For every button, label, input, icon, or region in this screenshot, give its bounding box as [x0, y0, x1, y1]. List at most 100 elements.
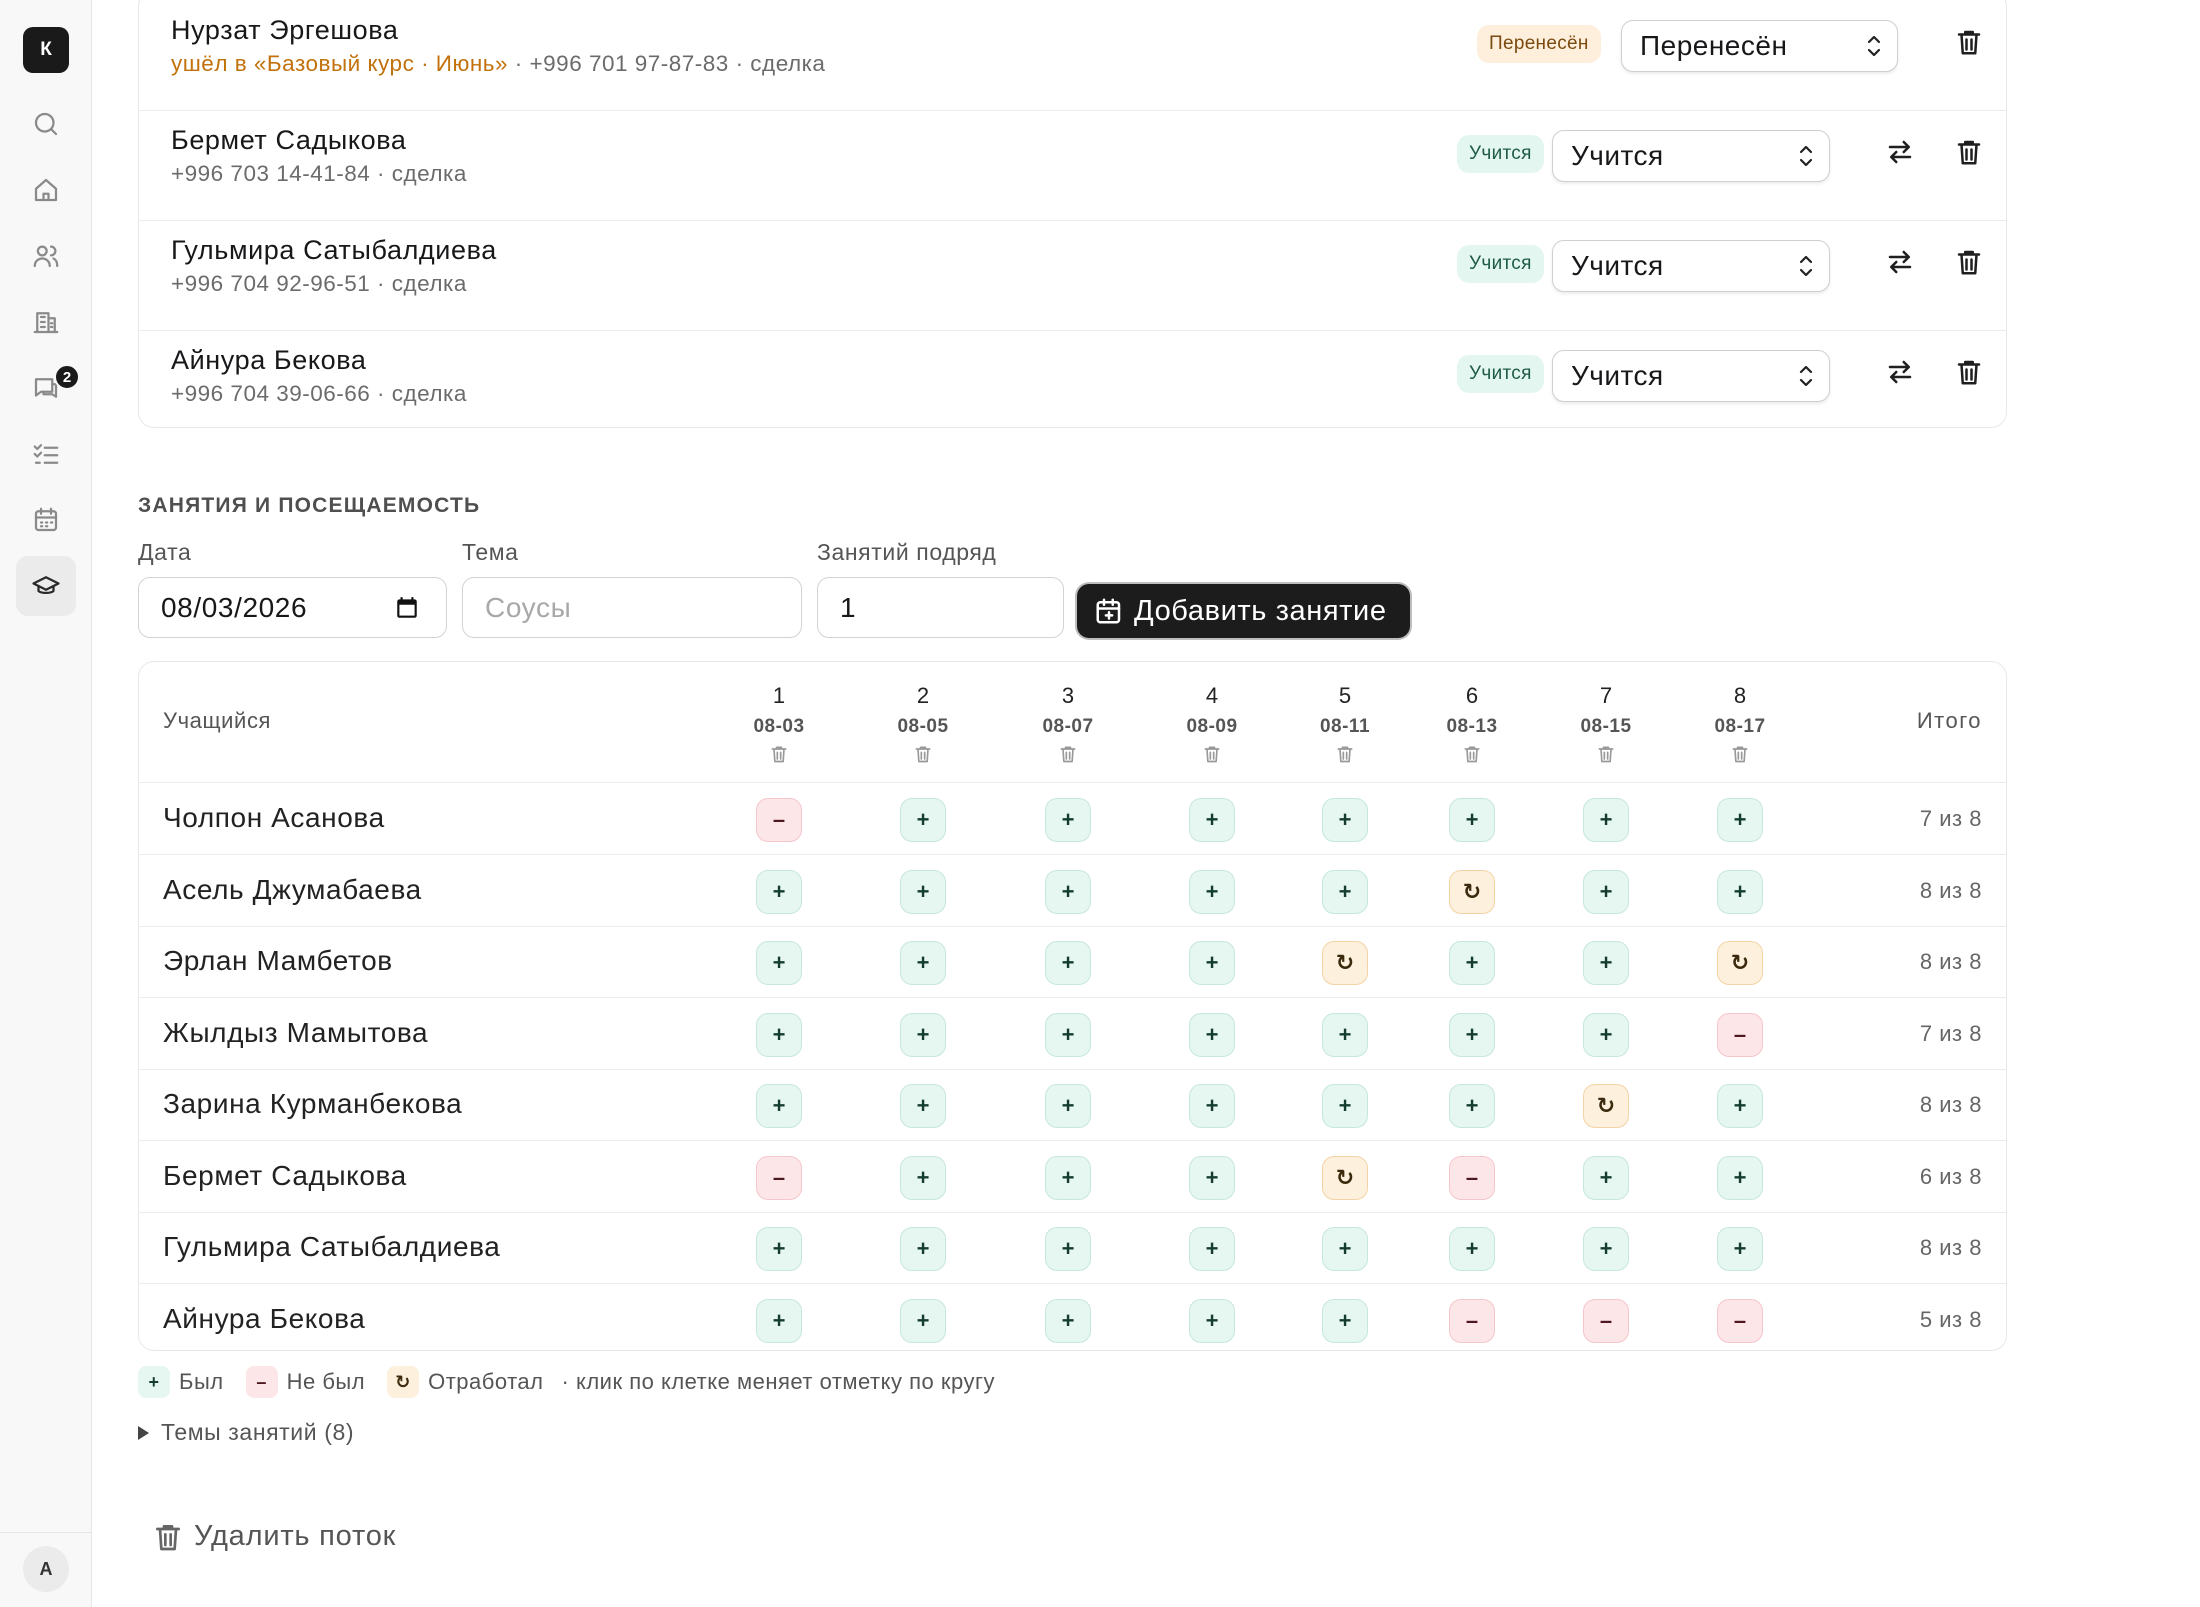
nav-users[interactable]	[16, 226, 76, 286]
nav-tasks[interactable]	[16, 424, 76, 484]
transfer-button[interactable]	[1881, 353, 1919, 391]
attendance-cell[interactable]: +	[1322, 1012, 1368, 1057]
attendance-cell[interactable]: –	[756, 798, 802, 842]
topic-input[interactable]: Соусы	[462, 577, 802, 638]
attendance-cell[interactable]: +	[1045, 1227, 1091, 1271]
attendance-cell[interactable]: –	[756, 1155, 802, 1200]
attendance-cell[interactable]: +	[1449, 1227, 1495, 1271]
attendance-cell[interactable]: –	[1717, 1298, 1763, 1343]
attendance-cell[interactable]: +	[1189, 869, 1235, 914]
attendance-cell[interactable]: +	[1322, 869, 1368, 914]
nav-home[interactable]	[16, 160, 76, 220]
delete-student-button[interactable]	[1950, 23, 1988, 61]
nav-search[interactable]	[16, 94, 76, 154]
delete-lesson-button[interactable]	[1556, 740, 1656, 768]
delete-lesson-button[interactable]	[729, 740, 829, 768]
user-avatar[interactable]: А	[23, 1546, 69, 1592]
attendance-cell[interactable]: +	[1045, 1012, 1091, 1057]
attendance-cell[interactable]: +	[1189, 1155, 1235, 1200]
attendance-cell[interactable]: +	[1717, 1155, 1763, 1200]
attendance-cell[interactable]: +	[900, 1227, 946, 1271]
attendance-cell[interactable]: +	[1322, 798, 1368, 842]
attendance-cell[interactable]: +	[1189, 798, 1235, 842]
attendance-cell[interactable]: +	[1189, 1298, 1235, 1343]
delete-student-button[interactable]	[1950, 243, 1988, 281]
attendance-cell[interactable]: +	[900, 869, 946, 914]
attendance-cell[interactable]: +	[900, 1084, 946, 1128]
transfer-button[interactable]	[1881, 243, 1919, 281]
attendance-cell[interactable]: ↻	[1449, 869, 1495, 914]
status-select[interactable]: Перенесён	[1621, 20, 1898, 72]
student-name[interactable]: Бермет Садыкова	[171, 125, 406, 156]
attendance-cell[interactable]: +	[1322, 1084, 1368, 1128]
attendance-cell[interactable]: +	[1717, 798, 1763, 842]
attendance-cell[interactable]: +	[1583, 869, 1629, 914]
attendance-cell[interactable]: +	[756, 941, 802, 985]
nav-buildings[interactable]	[16, 292, 76, 352]
attendance-cell[interactable]: +	[1583, 941, 1629, 985]
attendance-cell[interactable]: ↻	[1583, 1084, 1629, 1128]
attendance-cell[interactable]: +	[1322, 1227, 1368, 1271]
delete-lesson-button[interactable]	[873, 740, 973, 768]
attendance-cell[interactable]: +	[900, 1155, 946, 1200]
brand-logo[interactable]: К	[23, 27, 69, 73]
student-name[interactable]: Айнура Бекова	[171, 345, 366, 376]
attendance-cell[interactable]: +	[900, 941, 946, 985]
attendance-cell[interactable]: +	[1583, 798, 1629, 842]
attendance-cell[interactable]: +	[756, 1012, 802, 1057]
status-select[interactable]: Учится	[1552, 240, 1830, 292]
attendance-cell[interactable]: +	[1583, 1012, 1629, 1057]
status-select[interactable]: Учится	[1552, 130, 1830, 182]
attendance-cell[interactable]: +	[1449, 1084, 1495, 1128]
attendance-cell[interactable]: +	[1045, 869, 1091, 914]
attendance-cell[interactable]: +	[1045, 1298, 1091, 1343]
add-lesson-button[interactable]: Добавить занятие	[1077, 584, 1410, 638]
delete-lesson-button[interactable]	[1422, 740, 1522, 768]
attendance-cell[interactable]: +	[900, 1012, 946, 1057]
delete-student-button[interactable]	[1950, 353, 1988, 391]
attendance-cell[interactable]: +	[1189, 941, 1235, 985]
delete-stream-button[interactable]: Удалить поток	[152, 1520, 396, 1553]
delete-lesson-button[interactable]	[1690, 740, 1790, 768]
attendance-cell[interactable]: +	[1583, 1227, 1629, 1271]
status-select[interactable]: Учится	[1552, 350, 1830, 402]
attendance-cell[interactable]: +	[1717, 1227, 1763, 1271]
nav-chats[interactable]: 2	[16, 358, 80, 418]
attendance-cell[interactable]: ↻	[1322, 941, 1368, 985]
topics-toggle[interactable]: Темы занятий (8)	[138, 1419, 354, 1446]
attendance-cell[interactable]: +	[1449, 941, 1495, 985]
attendance-cell[interactable]: +	[756, 1084, 802, 1128]
attendance-cell[interactable]: +	[756, 1227, 802, 1271]
attendance-cell[interactable]: +	[1189, 1084, 1235, 1128]
attendance-cell[interactable]: +	[1189, 1012, 1235, 1057]
moved-note-link[interactable]: ушёл в «Базовый курс · Июнь»	[171, 51, 508, 76]
nav-courses[interactable]	[16, 556, 76, 616]
attendance-cell[interactable]: +	[756, 1298, 802, 1343]
attendance-cell[interactable]: +	[1045, 798, 1091, 842]
attendance-cell[interactable]: –	[1717, 1012, 1763, 1057]
attendance-cell[interactable]: +	[900, 1298, 946, 1343]
attendance-cell[interactable]: ↻	[1717, 941, 1763, 985]
date-input[interactable]: 08/03/2026	[138, 577, 447, 638]
count-input[interactable]: 1	[817, 577, 1064, 638]
attendance-cell[interactable]: +	[1449, 1012, 1495, 1057]
student-name[interactable]: Нурзат Эргешова	[171, 15, 399, 46]
attendance-cell[interactable]: +	[1189, 1227, 1235, 1271]
attendance-cell[interactable]: +	[1583, 1155, 1629, 1200]
transfer-button[interactable]	[1881, 133, 1919, 171]
attendance-cell[interactable]: +	[756, 869, 802, 914]
attendance-cell[interactable]: +	[1045, 1084, 1091, 1128]
attendance-cell[interactable]: ↻	[1322, 1155, 1368, 1200]
nav-calendar[interactable]	[16, 490, 76, 550]
attendance-cell[interactable]: +	[1717, 869, 1763, 914]
attendance-cell[interactable]: +	[1717, 1084, 1763, 1128]
attendance-cell[interactable]: –	[1449, 1155, 1495, 1200]
attendance-cell[interactable]: +	[1322, 1298, 1368, 1343]
attendance-cell[interactable]: +	[900, 798, 946, 842]
attendance-cell[interactable]: –	[1449, 1298, 1495, 1343]
delete-lesson-button[interactable]	[1162, 740, 1262, 768]
student-name[interactable]: Гульмира Сатыбалдиева	[171, 235, 497, 266]
attendance-cell[interactable]: +	[1045, 941, 1091, 985]
calendar-picker-icon[interactable]	[394, 595, 420, 621]
delete-lesson-button[interactable]	[1295, 740, 1395, 768]
